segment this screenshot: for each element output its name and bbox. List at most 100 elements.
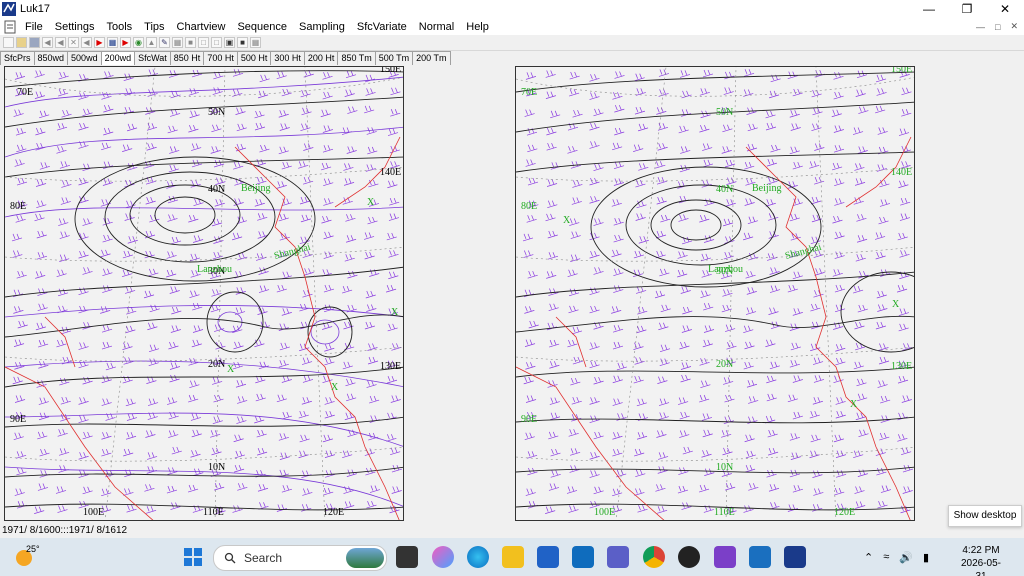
menu-help[interactable]: Help	[460, 21, 495, 33]
wind-barb	[211, 124, 222, 133]
wind-barb	[659, 344, 671, 353]
weather-widget[interactable]: 25°	[14, 544, 44, 570]
store-icon[interactable]	[537, 546, 559, 568]
globe-icon[interactable]: ◉	[133, 37, 144, 48]
wind-barb	[210, 304, 221, 313]
wind-barb	[258, 502, 269, 510]
tab-sfcwat[interactable]: SfcWat	[134, 51, 171, 65]
wind-barb	[15, 215, 26, 223]
wind-barb	[876, 467, 887, 476]
frame-icon[interactable]: ▦	[107, 37, 118, 48]
wind-barb	[324, 397, 335, 405]
wind-barb	[190, 413, 202, 421]
high-marker: X	[563, 215, 571, 226]
tab-500ht[interactable]: 500 Ht	[236, 51, 272, 65]
wind-barb	[612, 448, 623, 457]
tab-300ht[interactable]: 300 Ht	[270, 51, 305, 65]
edge-icon[interactable]	[467, 546, 489, 568]
chrome-icon[interactable]	[643, 546, 665, 568]
wind-barb	[122, 342, 133, 350]
wind-barb	[391, 343, 402, 351]
open-icon[interactable]	[16, 37, 27, 48]
wifi-icon[interactable]: ≈	[883, 551, 889, 563]
mdi-restore-icon[interactable]: □	[995, 22, 1000, 32]
wind-barb	[100, 249, 111, 258]
tab-200tm[interactable]: 200 Tm	[412, 51, 451, 65]
menu-tools[interactable]: Tools	[100, 21, 138, 33]
menu-sfcvariate[interactable]: SfcVariate	[351, 21, 413, 33]
taskbar-search[interactable]: Search	[213, 545, 387, 571]
visual-studio-icon[interactable]	[714, 546, 736, 568]
tool-c-icon[interactable]: □	[211, 37, 222, 48]
teams-icon[interactable]	[607, 546, 629, 568]
app-window-icon[interactable]	[749, 546, 771, 568]
menu-tips[interactable]: Tips	[138, 21, 170, 33]
menu-file[interactable]: File	[19, 21, 49, 33]
document-icon[interactable]	[3, 20, 17, 34]
menu-sampling[interactable]: Sampling	[293, 21, 351, 33]
wind-barb	[770, 144, 781, 153]
wind-barb	[233, 341, 244, 350]
file-explorer-icon[interactable]	[502, 546, 524, 568]
wind-barb	[550, 110, 561, 119]
mdi-minimize-icon[interactable]: —	[976, 22, 985, 32]
tool-a-icon[interactable]: ■	[185, 37, 196, 48]
play-icon[interactable]: ▶	[94, 37, 105, 48]
mdi-close-icon[interactable]: ✕	[1010, 21, 1018, 32]
wind-barb	[322, 434, 333, 443]
prev-frame-icon[interactable]: ◀	[55, 37, 66, 48]
tab-sfcprs[interactable]: SfcPrs	[0, 51, 35, 65]
chevron-up-icon[interactable]: ⌃	[864, 551, 873, 564]
tab-500wd[interactable]: 500wd	[67, 51, 102, 65]
window-icon[interactable]: ▣	[224, 37, 235, 48]
tool-e-icon[interactable]: ▦	[250, 37, 261, 48]
close-button[interactable]: ✕	[986, 0, 1024, 18]
copilot-icon[interactable]	[432, 546, 454, 568]
wind-barb	[347, 106, 358, 114]
windows-start-icon[interactable]	[182, 546, 204, 568]
taskbar-clock[interactable]: 4:22 PM 2026-05-31	[956, 544, 1006, 576]
grid-icon[interactable]: ▦	[172, 37, 183, 48]
minimize-button[interactable]: —	[910, 0, 948, 18]
wind-barb	[809, 410, 820, 419]
menu-chartview[interactable]: Chartview	[171, 21, 232, 33]
menu-normal[interactable]: Normal	[413, 21, 460, 33]
wind-barb	[852, 127, 864, 135]
wind-barb	[82, 322, 93, 330]
tab-850wd[interactable]: 850wd	[33, 51, 69, 65]
luk17-taskbar-icon[interactable]	[784, 546, 806, 568]
media-player-icon[interactable]	[678, 546, 700, 568]
menu-sequence[interactable]: Sequence	[231, 21, 293, 33]
play-back-icon[interactable]: ◀	[81, 37, 92, 48]
tab-200ht[interactable]: 200 Ht	[303, 51, 339, 65]
wind-barb	[61, 110, 72, 118]
menu-settings[interactable]: Settings	[49, 21, 101, 33]
task-view-icon[interactable]	[396, 546, 418, 568]
up-icon[interactable]: ▲	[146, 37, 157, 48]
fast-forward-icon[interactable]: ▶	[120, 37, 131, 48]
tab-850ht[interactable]: 850 Ht	[169, 51, 205, 65]
wind-barb	[879, 179, 890, 188]
tab-500tm[interactable]: 500 Tm	[374, 51, 414, 65]
left-map-panel[interactable]: 70E 50N 80E 40N 30N 20N 90E 10N 100E 110…	[4, 66, 404, 521]
wind-barb	[78, 342, 89, 350]
volume-icon[interactable]: 🔊	[899, 551, 913, 564]
stop-icon[interactable]: ✕	[68, 37, 79, 48]
outlook-icon[interactable]	[572, 546, 594, 568]
pen-icon[interactable]: ✎	[159, 37, 170, 48]
wind-barb	[679, 430, 690, 438]
tool-d-icon[interactable]: ■	[237, 37, 248, 48]
tab-850tm[interactable]: 850 Tm	[337, 51, 376, 65]
wind-barb	[144, 230, 156, 239]
new-icon[interactable]	[3, 37, 14, 48]
first-frame-icon[interactable]: ◀	[42, 37, 53, 48]
maximize-button[interactable]: ❐	[948, 0, 986, 18]
right-map-panel[interactable]: 70E 50N 80E 40N 30N 20N 90E 10N 100E 110…	[515, 66, 915, 521]
tab-200wd[interactable]: 200wd	[100, 51, 136, 65]
save-icon[interactable]	[29, 37, 40, 48]
wind-barb	[14, 395, 26, 403]
battery-icon[interactable]: ▮	[923, 551, 929, 564]
tab-700ht[interactable]: 700 Ht	[203, 51, 238, 65]
wind-barb	[898, 180, 909, 189]
tool-b-icon[interactable]: □	[198, 37, 209, 48]
